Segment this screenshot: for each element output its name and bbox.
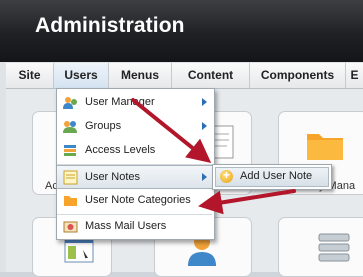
- users-dropdown: User Manager Groups Access Levels User N…: [56, 88, 215, 240]
- menu-site[interactable]: Site: [6, 63, 54, 88]
- menu-item-label: User Note Categories: [85, 194, 191, 206]
- menu-item-label: User Manager: [85, 96, 155, 108]
- menu-item-label: Mass Mail Users: [85, 220, 167, 232]
- menu-item-label: Add User Note: [240, 170, 313, 182]
- page-title: Administration: [35, 14, 185, 37]
- admin-header: Administration: [0, 0, 363, 62]
- menu-menus[interactable]: Menus: [109, 63, 172, 88]
- submenu-arrow-icon: [202, 173, 207, 181]
- user-notes-icon: [63, 170, 78, 185]
- menu-item-user-manager[interactable]: User Manager: [57, 91, 212, 115]
- window-icon: [64, 237, 94, 263]
- menu-item-user-notes[interactable]: User Notes: [57, 165, 212, 189]
- menu-item-mass-mail-users[interactable]: Mass Mail Users: [57, 215, 212, 239]
- menu-components[interactable]: Components: [250, 63, 346, 88]
- menu-item-access-levels[interactable]: Access Levels: [57, 139, 212, 163]
- user-manager-icon: [63, 97, 77, 109]
- submenu-arrow-icon: [202, 98, 207, 106]
- menu-item-user-note-categories[interactable]: User Note Categories: [57, 189, 212, 213]
- server-icon: [318, 233, 350, 262]
- user-notes-submenu: + Add User Note: [212, 164, 332, 190]
- menu-item-label: Access Levels: [85, 144, 156, 156]
- folder-icon: [64, 196, 77, 206]
- add-icon: +: [220, 168, 233, 183]
- folder-icon: [307, 134, 343, 160]
- menu-extensions[interactable]: E: [346, 63, 363, 88]
- mass-mail-icon: [63, 221, 78, 233]
- tile-modules[interactable]: [278, 217, 363, 277]
- main-menubar: Site Users Menus Content Components E: [6, 63, 363, 89]
- menu-users[interactable]: Users: [54, 63, 109, 88]
- menu-item-label: User Notes: [85, 171, 141, 183]
- submenu-arrow-icon: [202, 122, 207, 130]
- access-levels-icon: [64, 145, 76, 156]
- menu-content[interactable]: Content: [172, 63, 250, 88]
- menu-item-groups[interactable]: Groups: [57, 115, 212, 139]
- menu-item-add-user-note[interactable]: + Add User Note: [215, 167, 329, 187]
- groups-icon: [63, 121, 77, 133]
- menu-item-label: Groups: [85, 120, 122, 132]
